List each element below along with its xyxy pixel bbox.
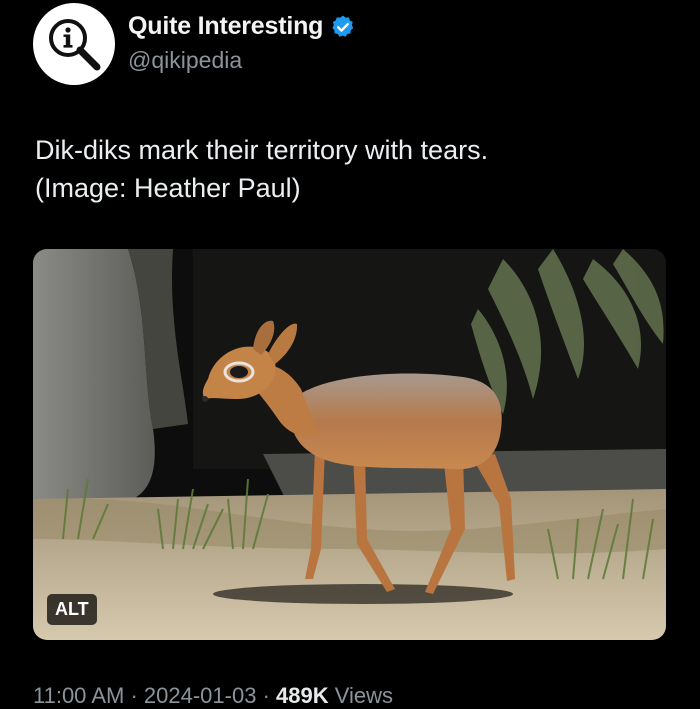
tweet-text-line: (Image: Heather Paul) — [35, 173, 301, 203]
views-count[interactable]: 489K — [276, 683, 329, 708]
author-display-name[interactable]: Quite Interesting — [128, 12, 323, 41]
display-name-row: Quite Interesting — [128, 12, 356, 41]
alt-text-badge[interactable]: ALT — [47, 594, 97, 625]
magnifier-info-icon — [49, 19, 101, 71]
author-handle[interactable]: @qikipedia — [128, 47, 356, 74]
tweet-date[interactable]: 2024-01-03 — [144, 683, 257, 708]
author-names: Quite Interesting @qikipedia — [128, 12, 356, 74]
meta-separator: · — [130, 683, 138, 708]
meta-separator: · — [262, 683, 270, 708]
tweet-text-line: Dik-diks mark their territory with tears… — [35, 135, 489, 165]
tweet-metadata: 11:00 AM · 2024-01-03 · 489K Views — [33, 683, 393, 709]
verified-badge-icon — [330, 14, 356, 40]
avatar[interactable] — [33, 3, 115, 85]
tweet-image[interactable]: ALT — [33, 249, 666, 640]
tweet-header: Quite Interesting @qikipedia — [33, 3, 356, 85]
views-label: Views — [334, 683, 394, 708]
tweet-text: Dik-diks mark their territory with tears… — [35, 131, 675, 207]
dik-dik-photo — [33, 249, 666, 640]
tweet-time[interactable]: 11:00 AM — [33, 683, 124, 708]
